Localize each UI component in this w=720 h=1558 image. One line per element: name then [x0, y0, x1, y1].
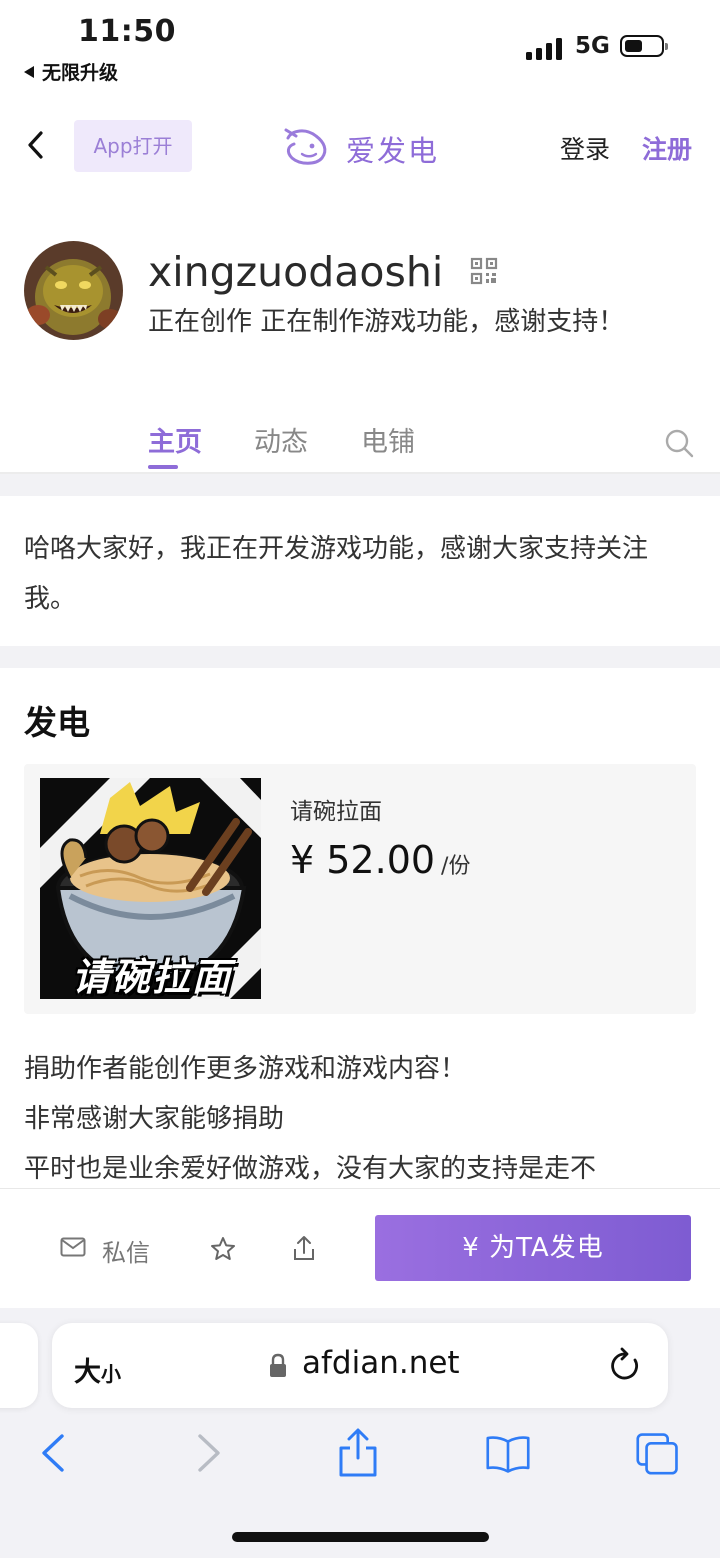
back-to-app-link[interactable]: 无限升级 [24, 58, 118, 85]
text-size-button[interactable]: 大小 [74, 1350, 121, 1389]
afdian-logo-icon [284, 128, 327, 165]
network-type: 5G [575, 33, 610, 59]
tabs-icon[interactable] [636, 1428, 680, 1478]
profile-bio: 正在创作 正在制作游戏功能，感谢支持！ [148, 307, 625, 337]
plan-image-text: 请碗拉面 [71, 955, 232, 999]
brand-name[interactable]: 爱发电 [346, 128, 439, 170]
url-text[interactable]: afdian.net [302, 1345, 460, 1381]
plan-image: 请碗拉面 [40, 778, 261, 999]
register-link[interactable]: 注册 [642, 130, 692, 166]
message-button[interactable]: 私信 [102, 1233, 150, 1268]
bookmarks-icon[interactable] [486, 1428, 530, 1478]
qr-code-icon[interactable] [470, 257, 498, 285]
active-tab-indicator [148, 465, 178, 469]
text-size-small: 小 [101, 1362, 121, 1386]
plan-description: 捐助作者能创作更多游戏和游戏内容！ 非常感谢大家能够捐助 平时也是业余爱好做游戏… [24, 1054, 597, 1184]
tab-feed[interactable]: 动态 [254, 420, 308, 459]
login-link[interactable]: 登录 [560, 130, 610, 166]
section-title: 发电 [24, 703, 90, 742]
share-icon[interactable] [292, 1235, 316, 1261]
search-icon[interactable] [664, 428, 694, 458]
back-icon[interactable] [32, 1428, 76, 1478]
previous-tab-preview[interactable] [0, 1323, 38, 1408]
creator-intro: 哈咯大家好，我正在开发游戏功能，感谢大家支持关注我。 [24, 534, 649, 614]
section-gap [0, 646, 720, 668]
home-indicator [232, 1532, 489, 1542]
battery-icon [620, 35, 668, 57]
back-app-label: 无限升级 [42, 62, 119, 84]
open-in-app-button[interactable]: App打开 [74, 120, 192, 172]
share-sheet-icon[interactable] [336, 1428, 380, 1478]
tab-home[interactable]: 主页 [148, 420, 202, 459]
forward-icon[interactable] [186, 1428, 230, 1478]
back-chevron-icon[interactable] [26, 130, 44, 160]
mail-icon[interactable] [60, 1237, 86, 1257]
plan-price-unit: /份 [441, 854, 471, 879]
username: xingzuodaoshi [148, 248, 444, 296]
star-icon[interactable] [210, 1236, 236, 1262]
text-size-large: 大 [74, 1357, 101, 1388]
plan-price: ¥ 52.00/份 [290, 838, 470, 882]
plan-name: 请碗拉面 [290, 799, 382, 825]
lock-icon [270, 1353, 286, 1377]
section-gap [0, 474, 720, 496]
status-time: 11:50 [78, 14, 176, 49]
avatar[interactable] [24, 241, 123, 340]
donate-button[interactable]: ¥ 为TA发电 [375, 1215, 691, 1281]
cellular-signal-icon [526, 38, 564, 60]
back-triangle-icon [24, 65, 34, 78]
plan-price-value: ¥ 52.00 [290, 838, 436, 882]
tab-shop[interactable]: 电铺 [361, 420, 415, 459]
reload-icon[interactable] [608, 1346, 642, 1384]
